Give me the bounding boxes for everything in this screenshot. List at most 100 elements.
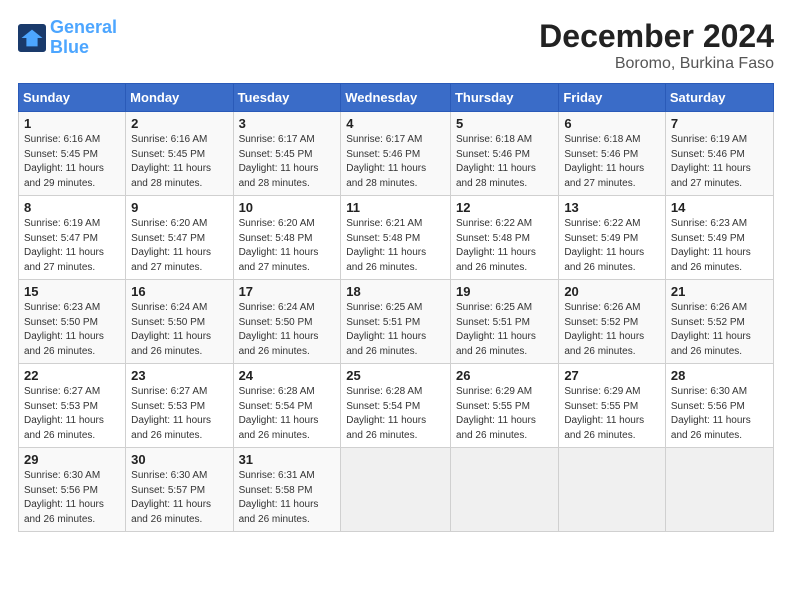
calendar-table: Sunday Monday Tuesday Wednesday Thursday… — [18, 83, 774, 532]
day-number: 2 — [131, 116, 227, 131]
table-row: 6 Sunrise: 6:18 AM Sunset: 5:46 PM Daylig… — [559, 112, 666, 196]
table-row: 18 Sunrise: 6:25 AM Sunset: 5:51 PM Dayli… — [341, 280, 451, 364]
table-row: 28 Sunrise: 6:30 AM Sunset: 5:56 PM Dayli… — [665, 364, 773, 448]
table-row: 4 Sunrise: 6:17 AM Sunset: 5:46 PM Daylig… — [341, 112, 451, 196]
day-number: 4 — [346, 116, 445, 131]
table-row: 23 Sunrise: 6:27 AM Sunset: 5:53 PM Dayli… — [126, 364, 233, 448]
col-friday: Friday — [559, 84, 666, 112]
table-row: 17 Sunrise: 6:24 AM Sunset: 5:50 PM Dayli… — [233, 280, 341, 364]
table-row: 31Sunrise: 6:31 AM Sunset: 5:58 PM Dayli… — [233, 448, 341, 532]
table-row: 3 Sunrise: 6:17 AM Sunset: 5:45 PM Daylig… — [233, 112, 341, 196]
table-row — [450, 448, 558, 532]
day-number: 25 — [346, 368, 445, 383]
day-info: Sunrise: 6:28 AM Sunset: 5:54 PM Dayligh… — [239, 385, 336, 443]
day-number: 10 — [239, 200, 336, 215]
day-info: Sunrise: 6:23 AM Sunset: 5:49 PM Dayligh… — [671, 217, 768, 275]
table-row: 25 Sunrise: 6:28 AM Sunset: 5:54 PM Dayli… — [341, 364, 451, 448]
table-row: 11 Sunrise: 6:21 AM Sunset: 5:48 PM Dayli… — [341, 196, 451, 280]
table-row: 5 Sunrise: 6:18 AM Sunset: 5:46 PM Daylig… — [450, 112, 558, 196]
day-info: Sunrise: 6:17 AM Sunset: 5:46 PM Dayligh… — [346, 133, 445, 191]
day-number: 16 — [131, 284, 227, 299]
page-header: General Blue December 2024 Boromo, Burki… — [18, 18, 774, 73]
day-number: 26 — [456, 368, 553, 383]
col-saturday: Saturday — [665, 84, 773, 112]
day-info: Sunrise: 6:18 AM Sunset: 5:46 PM Dayligh… — [564, 133, 660, 191]
table-row: 20 Sunrise: 6:26 AM Sunset: 5:52 PM Dayli… — [559, 280, 666, 364]
week-row-1: 1 Sunrise: 6:16 AM Sunset: 5:45 PM Daylig… — [19, 112, 774, 196]
table-row: 15Sunrise: 6:23 AM Sunset: 5:50 PM Dayli… — [19, 280, 126, 364]
day-number: 9 — [131, 200, 227, 215]
table-row: 14 Sunrise: 6:23 AM Sunset: 5:49 PM Dayli… — [665, 196, 773, 280]
day-number: 28 — [671, 368, 768, 383]
table-row: 22 Sunrise: 6:27 AM Sunset: 5:53 PM Dayli… — [19, 364, 126, 448]
day-number: 3 — [239, 116, 336, 131]
week-row-4: 22 Sunrise: 6:27 AM Sunset: 5:53 PM Dayli… — [19, 364, 774, 448]
day-number: 21 — [671, 284, 768, 299]
day-info: Sunrise: 6:22 AM Sunset: 5:48 PM Dayligh… — [456, 217, 553, 275]
day-number: 1 — [24, 116, 120, 131]
table-row: 9 Sunrise: 6:20 AM Sunset: 5:47 PM Daylig… — [126, 196, 233, 280]
day-number: 8 — [24, 200, 120, 215]
day-info: Sunrise: 6:17 AM Sunset: 5:45 PM Dayligh… — [239, 133, 336, 191]
day-number: 11 — [346, 200, 445, 215]
table-row: 30 Sunrise: 6:30 AM Sunset: 5:57 PM Dayli… — [126, 448, 233, 532]
table-row: 7Sunrise: 6:19 AM Sunset: 5:46 PM Daylig… — [665, 112, 773, 196]
table-row: 27 Sunrise: 6:29 AM Sunset: 5:55 PM Dayli… — [559, 364, 666, 448]
logo: General Blue — [18, 18, 117, 58]
day-number: 22 — [24, 368, 120, 383]
day-info: Sunrise: 6:26 AM Sunset: 5:52 PM Dayligh… — [671, 301, 768, 359]
day-number: 12 — [456, 200, 553, 215]
table-row: 21 Sunrise: 6:26 AM Sunset: 5:52 PM Dayli… — [665, 280, 773, 364]
table-row — [341, 448, 451, 532]
day-info: Sunrise: 6:29 AM Sunset: 5:55 PM Dayligh… — [564, 385, 660, 443]
table-row: 26 Sunrise: 6:29 AM Sunset: 5:55 PM Dayli… — [450, 364, 558, 448]
day-info: Sunrise: 6:16 AM Sunset: 5:45 PM Dayligh… — [24, 133, 120, 191]
week-row-3: 15Sunrise: 6:23 AM Sunset: 5:50 PM Dayli… — [19, 280, 774, 364]
day-number: 6 — [564, 116, 660, 131]
col-monday: Monday — [126, 84, 233, 112]
day-info: Sunrise: 6:26 AM Sunset: 5:52 PM Dayligh… — [564, 301, 660, 359]
day-number: 14 — [671, 200, 768, 215]
col-sunday: Sunday — [19, 84, 126, 112]
table-row — [665, 448, 773, 532]
subtitle: Boromo, Burkina Faso — [539, 55, 774, 73]
day-number: 5 — [456, 116, 553, 131]
table-row — [559, 448, 666, 532]
day-info: Sunrise: 6:20 AM Sunset: 5:48 PM Dayligh… — [239, 217, 336, 275]
day-info: Sunrise: 6:30 AM Sunset: 5:56 PM Dayligh… — [671, 385, 768, 443]
col-thursday: Thursday — [450, 84, 558, 112]
col-tuesday: Tuesday — [233, 84, 341, 112]
day-info: Sunrise: 6:28 AM Sunset: 5:54 PM Dayligh… — [346, 385, 445, 443]
col-wednesday: Wednesday — [341, 84, 451, 112]
calendar-header-row: Sunday Monday Tuesday Wednesday Thursday… — [19, 84, 774, 112]
day-info: Sunrise: 6:27 AM Sunset: 5:53 PM Dayligh… — [131, 385, 227, 443]
day-info: Sunrise: 6:18 AM Sunset: 5:46 PM Dayligh… — [456, 133, 553, 191]
table-row: 29Sunrise: 6:30 AM Sunset: 5:56 PM Dayli… — [19, 448, 126, 532]
day-info: Sunrise: 6:29 AM Sunset: 5:55 PM Dayligh… — [456, 385, 553, 443]
day-info: Sunrise: 6:24 AM Sunset: 5:50 PM Dayligh… — [239, 301, 336, 359]
day-info: Sunrise: 6:21 AM Sunset: 5:48 PM Dayligh… — [346, 217, 445, 275]
week-row-2: 8Sunrise: 6:19 AM Sunset: 5:47 PM Daylig… — [19, 196, 774, 280]
table-row: 19Sunrise: 6:25 AM Sunset: 5:51 PM Dayli… — [450, 280, 558, 364]
day-number: 30 — [131, 452, 227, 467]
table-row: 24Sunrise: 6:28 AM Sunset: 5:54 PM Dayli… — [233, 364, 341, 448]
day-number: 23 — [131, 368, 227, 383]
day-number: 18 — [346, 284, 445, 299]
day-number: 27 — [564, 368, 660, 383]
week-row-5: 29Sunrise: 6:30 AM Sunset: 5:56 PM Dayli… — [19, 448, 774, 532]
table-row: 2Sunrise: 6:16 AM Sunset: 5:45 PM Daylig… — [126, 112, 233, 196]
day-number: 13 — [564, 200, 660, 215]
day-info: Sunrise: 6:25 AM Sunset: 5:51 PM Dayligh… — [346, 301, 445, 359]
day-info: Sunrise: 6:20 AM Sunset: 5:47 PM Dayligh… — [131, 217, 227, 275]
day-number: 20 — [564, 284, 660, 299]
day-info: Sunrise: 6:30 AM Sunset: 5:56 PM Dayligh… — [24, 469, 120, 527]
day-number: 31 — [239, 452, 336, 467]
day-info: Sunrise: 6:30 AM Sunset: 5:57 PM Dayligh… — [131, 469, 227, 527]
table-row: 10 Sunrise: 6:20 AM Sunset: 5:48 PM Dayli… — [233, 196, 341, 280]
day-number: 17 — [239, 284, 336, 299]
logo-text: General Blue — [50, 18, 117, 58]
table-row: 1 Sunrise: 6:16 AM Sunset: 5:45 PM Daylig… — [19, 112, 126, 196]
table-row: 8Sunrise: 6:19 AM Sunset: 5:47 PM Daylig… — [19, 196, 126, 280]
day-number: 15 — [24, 284, 120, 299]
day-info: Sunrise: 6:27 AM Sunset: 5:53 PM Dayligh… — [24, 385, 120, 443]
